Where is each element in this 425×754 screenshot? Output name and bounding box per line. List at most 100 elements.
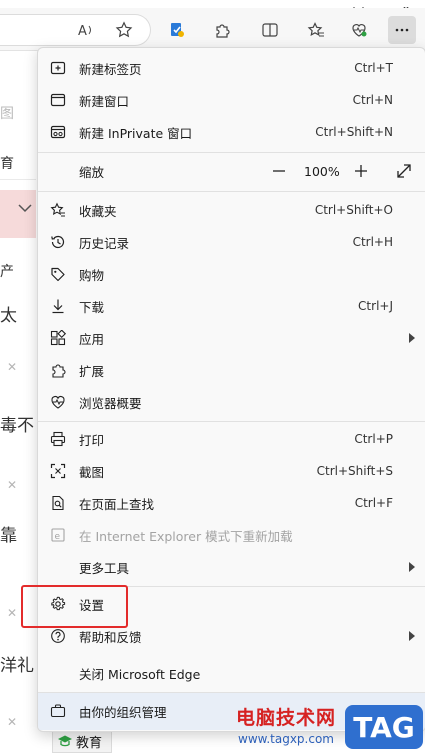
extension-colored-icon[interactable] [163, 16, 191, 44]
menu-item-new-window[interactable]: 新建窗口 Ctrl+N [38, 85, 425, 115]
browser-toolbar: A [0, 8, 425, 51]
shortcut-text: Ctrl+Shift+S [316, 464, 393, 478]
watermark: 电脑技术网 www.tagxp.com TAG [236, 703, 425, 754]
menu-item-close-edge[interactable]: 关闭 Microsoft Edge [38, 658, 425, 688]
extensions-puzzle-icon[interactable] [208, 16, 236, 44]
menu-item-new-inprivate-window[interactable]: 新建 InPrivate 窗口 Ctrl+Shift+N [38, 117, 425, 147]
menu-item-screenshot[interactable]: 截图 Ctrl+Shift+S [38, 456, 425, 486]
page-fragment: 太 [0, 306, 17, 326]
menu-item-print[interactable]: 打印 Ctrl+P [38, 424, 425, 454]
favorites-icon [50, 202, 66, 218]
menu-item-downloads[interactable]: 下载 Ctrl+J [38, 291, 425, 321]
menu-item-label: 由你的组织管理 [79, 705, 167, 720]
menu-item-label: 新建 InPrivate 窗口 [79, 125, 193, 141]
education-tab-label: 教育 [76, 735, 103, 751]
menu-item-label: 在 Internet Explorer 模式下重新加载 [79, 528, 293, 544]
shortcut-text: Ctrl+Shift+O [314, 203, 393, 217]
page-fragment: 育 [0, 156, 14, 172]
shortcut-text: Ctrl+Shift+N [315, 125, 393, 139]
settings-and-more-icon[interactable] [388, 16, 416, 44]
page-fragment: 洋礼 [0, 656, 34, 676]
shortcut-text: Ctrl+H [352, 235, 393, 249]
submenu-arrow-icon [409, 562, 415, 572]
watermark-title: 电脑技术网 [236, 707, 337, 729]
zoom-in-icon[interactable] [352, 162, 370, 180]
menu-item-new-tab[interactable]: 新建标签页 Ctrl+T [38, 53, 425, 83]
menu-item-label: 下载 [79, 299, 105, 315]
menu-item-label: 缩放 [79, 164, 105, 180]
menu-item-ie-mode: e 在 Internet Explorer 模式下重新加载 [38, 520, 425, 550]
download-icon [50, 298, 66, 314]
menu-divider [38, 421, 425, 422]
menu-item-label: 帮助和反馈 [79, 629, 142, 645]
shortcut-text: Ctrl+P [354, 432, 393, 446]
help-icon [50, 628, 66, 644]
menu-item-label: 购物 [79, 267, 105, 283]
screenshot-icon [50, 463, 66, 479]
history-icon [50, 234, 66, 250]
menu-item-shopping[interactable]: 购物 [38, 259, 425, 289]
menu-item-apps[interactable]: 应用 [38, 323, 425, 353]
watermark-logo: TAG [345, 705, 423, 749]
heart-pulse-icon [50, 394, 66, 410]
favorite-star-icon[interactable] [110, 16, 138, 44]
shopping-tag-icon [50, 266, 66, 282]
menu-item-find-on-page[interactable]: 在页面上查找 Ctrl+F [38, 488, 425, 518]
education-tab[interactable]: 教育 [52, 729, 112, 753]
menu-item-browser-essentials[interactable]: 浏览器概要 [38, 387, 425, 417]
apps-icon [50, 330, 66, 346]
read-aloud-icon[interactable]: A [72, 16, 100, 44]
menu-item-favorites[interactable]: 收藏夹 Ctrl+Shift+O [38, 195, 425, 225]
submenu-arrow-icon [409, 333, 415, 343]
menu-item-extensions[interactable]: 扩展 [38, 355, 425, 385]
page-fragment: 毒不 [0, 416, 34, 436]
page-highlight-block [0, 190, 36, 238]
graduation-cap-icon [58, 735, 72, 747]
menu-divider [38, 191, 425, 192]
menu-item-label: 新建窗口 [79, 93, 130, 109]
menu-item-label: 浏览器概要 [79, 395, 142, 411]
close-window-icon[interactable] [400, 0, 414, 14]
browser-essentials-icon[interactable] [345, 16, 373, 44]
zoom-level: 100% [304, 163, 340, 179]
shortcut-text: Ctrl+N [352, 93, 393, 107]
shortcut-text: Ctrl+F [354, 496, 393, 510]
menu-item-label: 在页面上查找 [79, 496, 155, 512]
menu-item-more-tools[interactable]: 更多工具 [38, 552, 425, 582]
page-fragment: 图 [0, 106, 14, 122]
extensions-icon [50, 362, 66, 378]
new-tab-icon [50, 60, 66, 76]
menu-item-label: 收藏夹 [79, 203, 117, 219]
favorites-bar-icon[interactable] [302, 16, 330, 44]
full-screen-icon[interactable] [395, 162, 413, 180]
close-icon[interactable]: ✕ [7, 478, 17, 492]
inprivate-window-icon [50, 124, 66, 140]
split-screen-icon[interactable] [256, 16, 284, 44]
chevron-down-icon[interactable] [18, 203, 32, 213]
submenu-arrow-icon [409, 631, 415, 641]
zoom-out-icon[interactable] [270, 162, 288, 180]
menu-item-history[interactable]: 历史记录 Ctrl+H [38, 227, 425, 257]
menu-item-label: 扩展 [79, 363, 105, 379]
page-fragment: 靠 [0, 526, 17, 546]
internet-explorer-icon: e [50, 527, 66, 543]
svg-text:e: e [55, 532, 61, 542]
restore-window-icon[interactable] [352, 0, 366, 13]
new-window-icon [50, 92, 66, 108]
page-fragment: 产 [0, 264, 14, 280]
watermark-url: www.tagxp.com [238, 732, 334, 746]
close-icon[interactable]: ✕ [7, 715, 17, 729]
menu-item-label: 历史记录 [79, 235, 130, 251]
divider [0, 179, 36, 180]
close-icon[interactable]: ✕ [7, 360, 17, 374]
settings-highlight-annotation [21, 585, 128, 628]
settings-and-more-menu: 新建标签页 Ctrl+T 新建窗口 Ctrl+N 新建 InPrivate 窗口… [37, 47, 425, 732]
menu-item-label: 新建标签页 [79, 61, 142, 77]
menu-divider [38, 152, 425, 153]
menu-item-label: 打印 [79, 432, 105, 448]
menu-item-label: 更多工具 [79, 560, 130, 576]
briefcase-icon [50, 703, 66, 719]
close-icon[interactable]: ✕ [7, 606, 17, 620]
shortcut-text: Ctrl+J [358, 299, 393, 313]
menu-item-label: 截图 [79, 464, 105, 480]
